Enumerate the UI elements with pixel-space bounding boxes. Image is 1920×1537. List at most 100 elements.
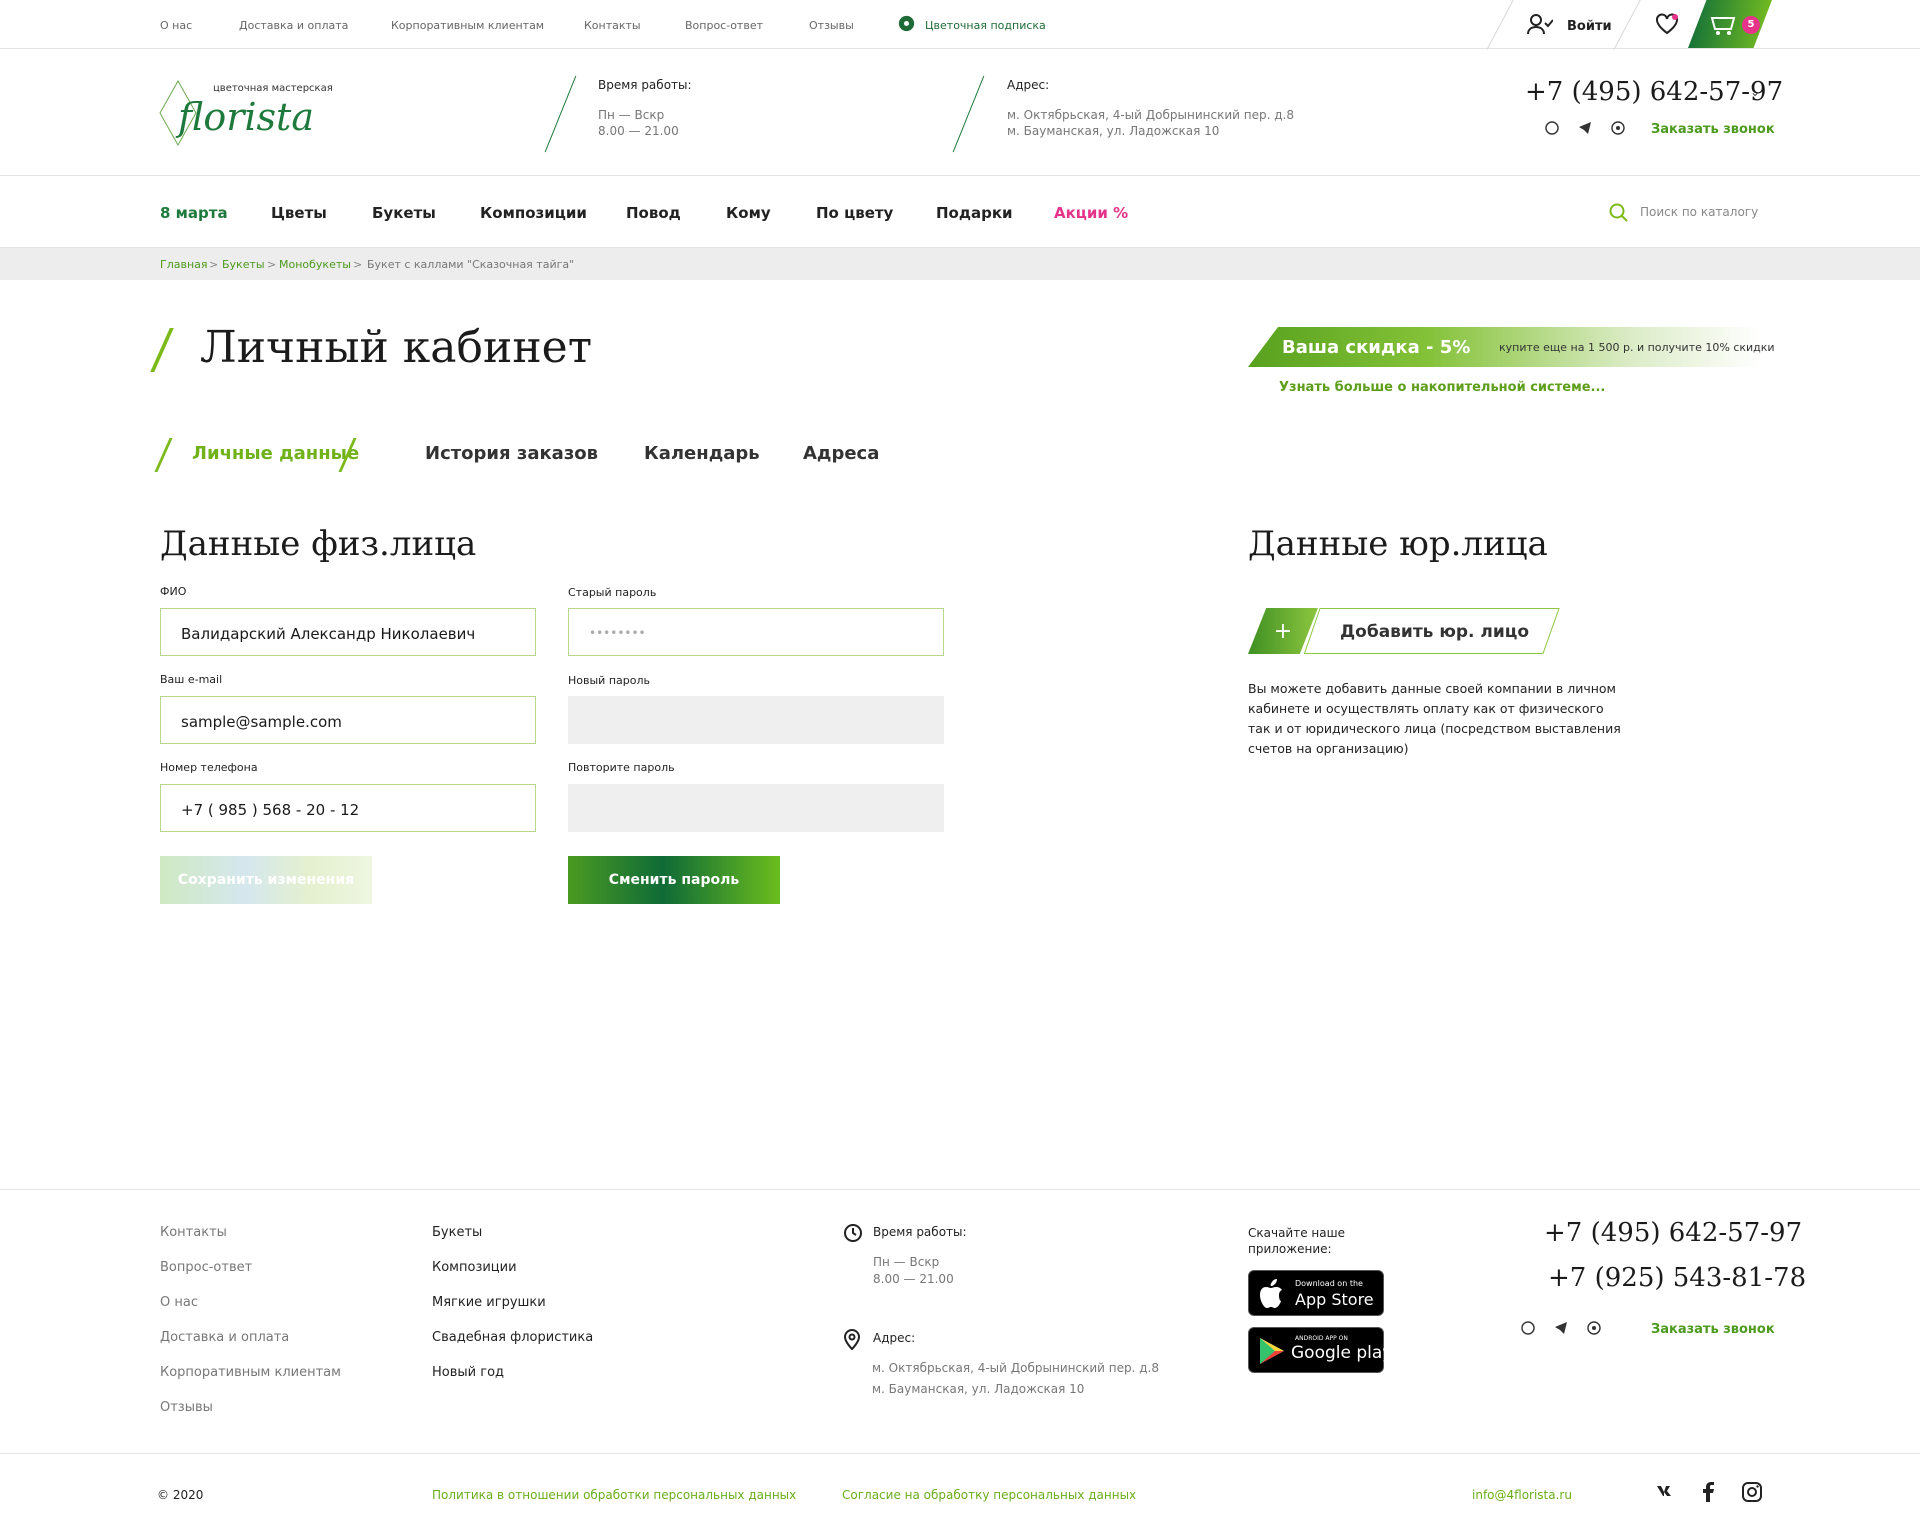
email-label: Ваш e-mail (160, 673, 223, 686)
apple-icon (1259, 1279, 1285, 1315)
footer-address-label: Адрес: (873, 1331, 916, 1345)
fio-field[interactable]: Валидарский Александр Николаевич (160, 608, 536, 656)
address-line-1: м. Октябрьская, 4-ый Добрынинский пер. д… (1007, 108, 1294, 122)
tab-order-history[interactable]: История заказов (425, 443, 598, 464)
fio-label: ФИО (160, 585, 187, 598)
change-password-button[interactable]: Сменить пароль (568, 856, 780, 904)
footer-link-faq[interactable]: Вопрос-ответ (160, 1260, 252, 1275)
footer-email-link[interactable]: info@4florista.ru (1472, 1488, 1572, 1502)
footer-divider (0, 1189, 1920, 1190)
search-icon[interactable] (1609, 203, 1629, 227)
cart-button[interactable] (1710, 12, 1736, 40)
appstore-small-text: Download on the (1295, 1279, 1363, 1288)
instagram-icon[interactable] (1742, 1482, 1762, 1506)
top-link-corporate[interactable]: Корпоративным клиентам (391, 19, 544, 32)
top-link-delivery[interactable]: Доставка и оплата (239, 19, 348, 32)
subscription-link[interactable]: Цветочная подписка (898, 15, 1046, 35)
telegram-icon[interactable] (1554, 1320, 1568, 1339)
callback-link[interactable]: Заказать звонок (1651, 122, 1775, 137)
tab-personal-data[interactable]: Личные данные (192, 443, 359, 464)
whatsapp-icon[interactable] (1545, 120, 1559, 139)
nav-item-occasion[interactable]: Повод (626, 204, 681, 222)
login-button[interactable]: Войти (1527, 13, 1612, 39)
footer-address-2: м. Бауманская, ул. Ладожская 10 (872, 1382, 1085, 1396)
top-link-reviews[interactable]: Отзывы (809, 19, 854, 32)
top-link-faq[interactable]: Вопрос-ответ (685, 19, 763, 32)
footer-callback-link[interactable]: Заказать звонок (1651, 1322, 1775, 1337)
new-password-field[interactable] (568, 696, 944, 744)
divider-slash (952, 75, 985, 153)
phone-label: Номер телефона (160, 761, 258, 774)
top-link-contacts[interactable]: Контакты (584, 19, 641, 32)
app-store-button[interactable]: Download on the App Store (1248, 1270, 1384, 1316)
breadcrumb-separator: > (267, 258, 277, 271)
title-slash (150, 328, 174, 372)
footer-link-compositions[interactable]: Композиции (432, 1260, 517, 1275)
repeat-password-field[interactable] (568, 784, 944, 832)
header-phone[interactable]: +7 (495) 642-57-97 (1525, 77, 1783, 107)
viber-icon[interactable] (1587, 1320, 1601, 1339)
footer-link-newyear[interactable]: Новый год (432, 1365, 504, 1380)
vk-icon[interactable] (1656, 1484, 1678, 1502)
google-play-button[interactable]: ANDROID APP ON Google play (1248, 1327, 1392, 1373)
flower-icon (898, 15, 915, 35)
viber-icon[interactable] (1611, 120, 1625, 139)
breadcrumb-separator: > (353, 258, 363, 271)
top-bar: О нас Доставка и оплата Корпоративным кл… (0, 0, 1920, 50)
privacy-policy-link[interactable]: Политика в отношении обработки персональ… (432, 1488, 796, 1502)
logo[interactable]: цветочная мастерская florista (158, 77, 333, 147)
breadcrumb-monobouquets[interactable]: Монобукеты (279, 258, 351, 271)
search-input[interactable]: Поиск по каталогу (1640, 205, 1758, 219)
footer-link-corporate[interactable]: Корпоративным клиентам (160, 1365, 341, 1380)
divider (1613, 0, 1642, 50)
nav-item-by-color[interactable]: По цвету (816, 204, 893, 222)
nav-item-march8[interactable]: 8 марта (160, 204, 228, 222)
consent-link[interactable]: Согласие на обработку персональных данны… (842, 1488, 1136, 1502)
legal-description: Вы можете добавить данные своей компании… (1248, 681, 1621, 756)
user-icon (1527, 13, 1554, 39)
add-legal-entity-button[interactable]: + Добавить юр. лицо (1248, 608, 1560, 654)
repeat-password-label: Повторите пароль (568, 761, 675, 774)
appstore-big-text: App Store (1295, 1290, 1374, 1309)
breadcrumb-home[interactable]: Главная (160, 258, 208, 271)
footer-link-toys[interactable]: Мягкие игрушки (432, 1295, 546, 1310)
footer-link-wedding[interactable]: Свадебная флористика (432, 1330, 593, 1345)
new-password-label: Новый пароль (568, 674, 650, 687)
footer-link-bouquets[interactable]: Букеты (432, 1225, 482, 1240)
footer-link-reviews[interactable]: Отзывы (160, 1400, 213, 1415)
hours-days: Пн — Вскр (598, 108, 665, 122)
top-link-about[interactable]: О нас (160, 19, 192, 32)
divider (1486, 0, 1515, 50)
save-changes-button[interactable]: Сохранить изменения (160, 856, 372, 904)
page-title: Личный кабинет (200, 322, 593, 373)
nav-item-sale[interactable]: Акции % (1054, 204, 1128, 222)
old-password-field[interactable]: •••••••• (568, 608, 944, 656)
footer-link-contacts[interactable]: Контакты (160, 1225, 227, 1240)
nav-item-compositions[interactable]: Композиции (480, 204, 587, 222)
nav-item-flowers[interactable]: Цветы (271, 204, 327, 222)
address-label: Адрес: (1007, 78, 1050, 92)
footer-phone-1[interactable]: +7 (495) 642-57-97 (1544, 1218, 1802, 1248)
favorites-button[interactable] (1655, 13, 1679, 39)
footer-link-delivery[interactable]: Доставка и оплата (160, 1330, 289, 1345)
tab-calendar[interactable]: Календарь (644, 443, 760, 464)
footer-link-about[interactable]: О нас (160, 1295, 198, 1310)
hours-time: 8.00 — 21.00 (598, 124, 679, 138)
nav-item-gifts[interactable]: Подарки (936, 204, 1013, 222)
discount-sub: купите еще на 1 500 р. и получите 10% ск… (1499, 341, 1775, 354)
email-field[interactable]: sample@sample.com (160, 696, 536, 744)
gplay-small-text: ANDROID APP ON (1295, 1335, 1348, 1342)
tab-addresses[interactable]: Адреса (803, 443, 879, 464)
nav-item-bouquets[interactable]: Букеты (372, 204, 436, 222)
telegram-icon[interactable] (1578, 120, 1592, 139)
footer-hours-time: 8.00 — 21.00 (873, 1272, 954, 1286)
whatsapp-icon[interactable] (1521, 1320, 1535, 1339)
clock-icon (843, 1223, 863, 1247)
footer-phone-2[interactable]: +7 (925) 543-81-78 (1548, 1263, 1806, 1293)
phone-field[interactable]: +7 ( 985 ) 568 - 20 - 12 (160, 784, 536, 832)
discount-info-link[interactable]: Узнать больше о накопительной системе... (1279, 380, 1605, 395)
chevron-down-icon[interactable]: ⌄ (1750, 85, 1760, 99)
breadcrumb-bouquets[interactable]: Букеты (222, 258, 265, 271)
nav-item-recipient[interactable]: Кому (726, 204, 771, 222)
facebook-icon[interactable] (1702, 1482, 1714, 1506)
